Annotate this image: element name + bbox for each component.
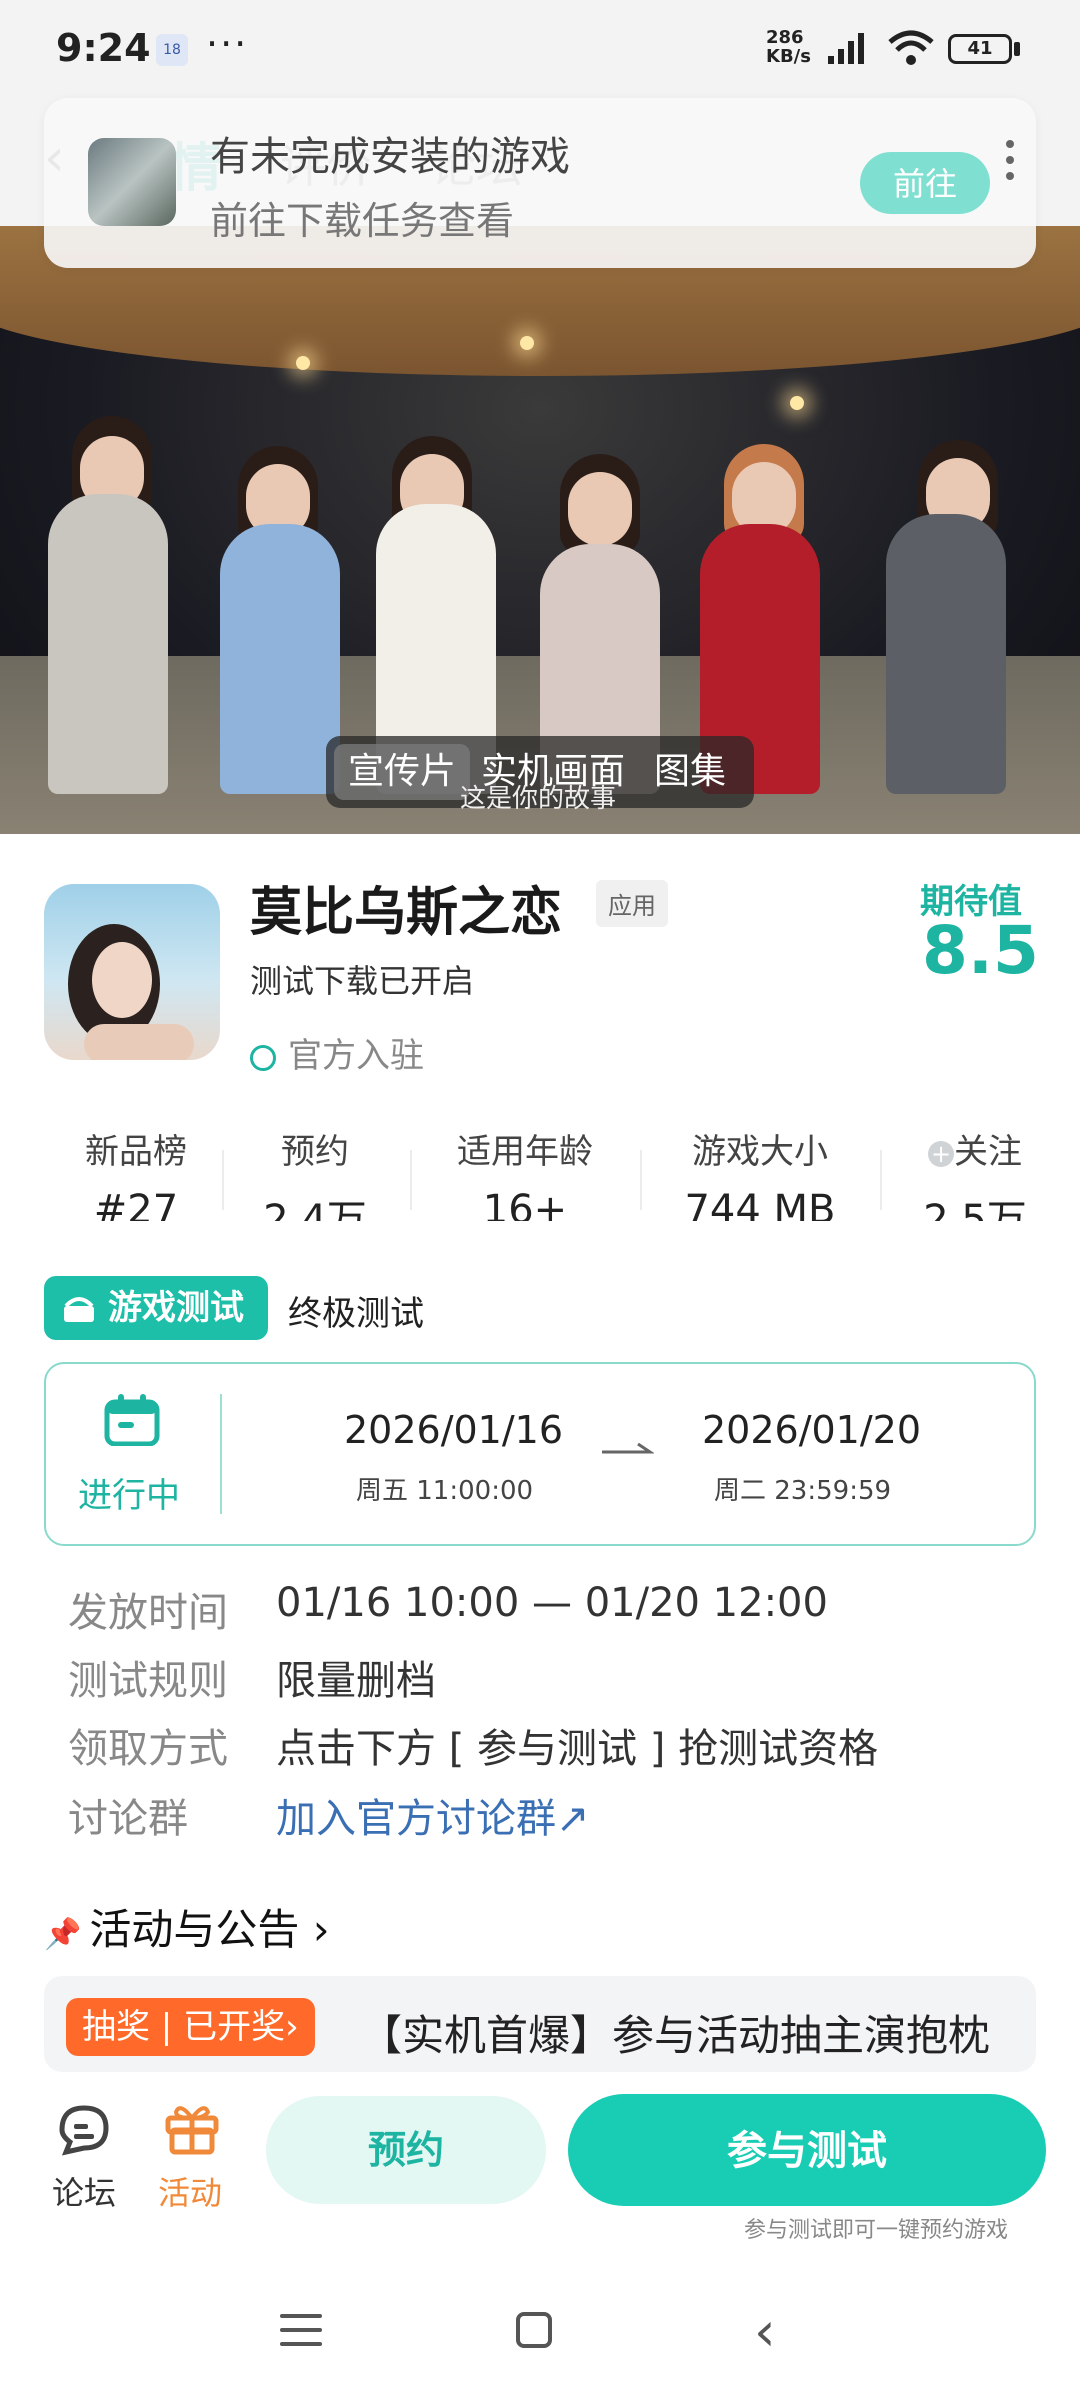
- test-type: 终极测试: [288, 1294, 424, 1334]
- tab-promo-video[interactable]: 宣传片: [334, 744, 470, 800]
- banner-figure: [48, 494, 168, 794]
- stat-divider: [410, 1150, 412, 1210]
- reserve-button[interactable]: 预约: [266, 2096, 546, 2204]
- stat-value: #27: [93, 1187, 179, 1221]
- join-group-link[interactable]: 加入官方讨论群↗: [276, 1786, 590, 1844]
- join-test-hint: 参与测试即可一键预约游戏: [744, 2218, 1009, 2243]
- info-value-rules: 限量删档: [276, 1658, 436, 1704]
- tab-gallery[interactable]: 图集: [634, 744, 746, 800]
- official-label: 官方入驻: [288, 1036, 424, 1076]
- stat-new-rank[interactable]: 新品榜 #27: [56, 1124, 216, 1221]
- lottery-badge[interactable]: 抽奖 | 已开奖›: [66, 1998, 315, 2056]
- game-test-tag: 游戏测试: [44, 1276, 268, 1340]
- stat-label: 适用年龄: [457, 1132, 593, 1172]
- join-test-button[interactable]: 参与测试: [568, 2094, 1046, 2206]
- info-label-rules: 测试规则: [68, 1658, 228, 1704]
- activity-label[interactable]: 活动: [158, 2168, 222, 2214]
- banner-lamp: [296, 356, 310, 370]
- video-subtitle: 这是你的故事: [460, 784, 617, 814]
- calendar-icon: [104, 1394, 160, 1446]
- test-status: 进行中: [78, 1476, 180, 1516]
- stat-value: 744 MB: [684, 1187, 836, 1221]
- battery-tip: [1014, 42, 1020, 56]
- pin-icon: 📌: [44, 1917, 82, 1952]
- info-label-group: 讨论群: [68, 1796, 188, 1842]
- official-badge: 官方入驻: [250, 1028, 424, 1077]
- toast-app-icon: [88, 138, 176, 226]
- signal-icon: [828, 33, 864, 64]
- forum-icon[interactable]: [56, 2104, 112, 2156]
- wifi-icon: [888, 30, 934, 65]
- toast-title: 有未完成安装的游戏: [210, 134, 570, 180]
- end-time: 周二 23:59:59: [714, 1476, 892, 1506]
- toast-subtitle: 前往下载任务查看: [210, 199, 515, 243]
- banner-figure: [220, 524, 340, 794]
- app-name: 莫比乌斯之恋: [250, 883, 563, 943]
- status-time: 9:24: [56, 26, 151, 70]
- info-label-method: 领取方式: [68, 1726, 228, 1772]
- info-label-release-time: 发放时间: [68, 1590, 228, 1636]
- join-group-link-text[interactable]: 加入官方讨论群↗: [276, 1796, 590, 1842]
- start-date: 2026/01/16: [344, 1408, 564, 1452]
- stat-size: 游戏大小 744 MB: [660, 1124, 860, 1221]
- home-icon[interactable]: [516, 2312, 552, 2348]
- start-time: 周五 11:00:00: [356, 1476, 534, 1506]
- banner-figure: [886, 514, 1006, 794]
- stat-reservations: 预约 2.4万: [240, 1124, 390, 1221]
- network-speed: 286 KB/s: [766, 28, 811, 66]
- app-icon-art: [68, 924, 194, 1060]
- stat-age: 适用年龄 16+: [430, 1124, 620, 1221]
- banner-lamp: [520, 336, 534, 350]
- system-back-icon[interactable]: ‹: [754, 2300, 776, 2363]
- info-value-method: 点击下方 [ 参与测试 ] 抢测试资格: [276, 1726, 879, 1772]
- forum-label[interactable]: 论坛: [52, 2168, 116, 2214]
- announcements-header[interactable]: 📌 活动与公告 ›: [44, 1896, 330, 1957]
- stat-divider: [222, 1150, 224, 1210]
- announcement-text[interactable]: 【实机首爆】参与活动抽主演抱枕: [360, 2002, 990, 2063]
- network-speed-value: 286: [766, 27, 804, 48]
- game-test-label: 游戏测试: [108, 1288, 244, 1328]
- stat-divider: [640, 1150, 642, 1210]
- test-icon: [64, 1297, 94, 1322]
- stat-value: 16+: [482, 1187, 568, 1221]
- stat-value: 2.5万: [923, 1197, 1027, 1221]
- gift-icon[interactable]: [164, 2100, 220, 2156]
- banner-lamp: [790, 396, 804, 410]
- arrow-right-icon: [602, 1442, 654, 1454]
- app-icon: [44, 884, 220, 1060]
- test-schedule-card: [44, 1362, 1036, 1546]
- schedule-divider: [220, 1394, 222, 1514]
- toast-go-button[interactable]: 前往: [860, 152, 990, 214]
- follow-plus-icon: +: [928, 1140, 954, 1167]
- verified-check-icon: [250, 1044, 276, 1071]
- banner-figure: [568, 472, 632, 546]
- network-speed-unit: KB/s: [766, 46, 811, 67]
- announcements-title: 活动与公告 ›: [89, 1905, 330, 1954]
- stat-label: 预约: [281, 1132, 349, 1172]
- app-type-tag: 应用: [596, 880, 668, 927]
- follow-label: 关注: [954, 1132, 1022, 1172]
- battery-icon: 41: [948, 34, 1012, 64]
- stat-label: 游戏大小: [692, 1132, 828, 1172]
- app-status: 测试下载已开启: [250, 962, 475, 1000]
- stat-divider: [880, 1150, 882, 1210]
- info-value-release-time: 01/16 10:00 — 01/20 12:00: [276, 1580, 828, 1626]
- expectation-score: 8.5: [922, 912, 1039, 989]
- recent-apps-icon[interactable]: [280, 2312, 322, 2348]
- stat-label: +关注: [900, 1124, 1050, 1173]
- stat-follow[interactable]: +关注 2.5万: [900, 1124, 1050, 1221]
- end-date: 2026/01/20: [702, 1408, 922, 1452]
- notification-badge-icon: 18: [156, 34, 188, 66]
- more-notifications-icon: ···: [206, 22, 249, 66]
- stat-label: 新品榜: [85, 1132, 187, 1172]
- stat-value: 2.4万: [263, 1197, 367, 1221]
- more-options-icon[interactable]: [1006, 140, 1014, 188]
